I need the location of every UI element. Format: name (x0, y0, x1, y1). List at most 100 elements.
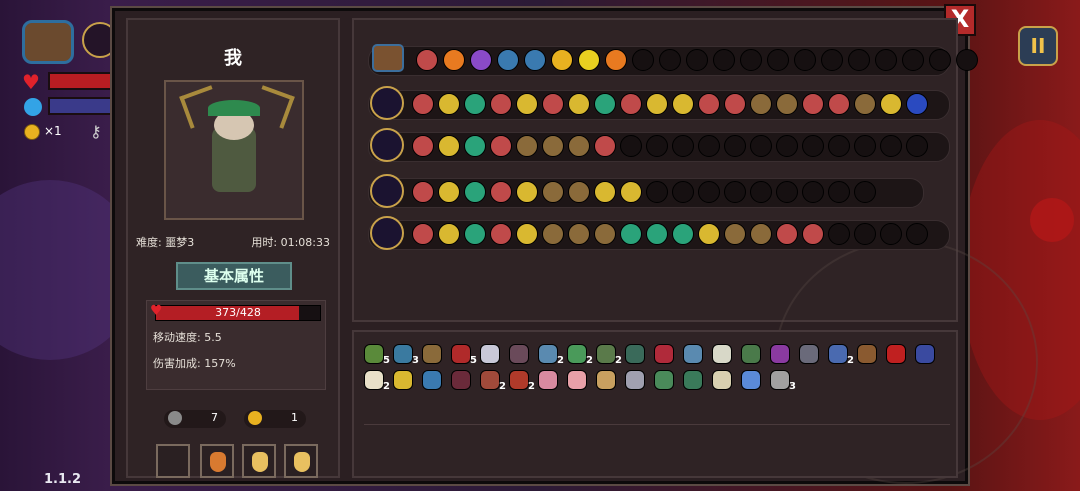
upgrade-gem-icon[interactable] (698, 223, 720, 245)
wings-icon[interactable]: 2 (538, 344, 564, 366)
upgrade-gem-icon[interactable] (490, 135, 512, 157)
upgrade-gem-icon[interactable] (776, 223, 798, 245)
radiation-icon[interactable] (443, 49, 465, 71)
scroll-icon[interactable]: 2 (828, 344, 854, 366)
brain-icon[interactable] (538, 370, 558, 390)
gold-bomb-icon[interactable] (370, 174, 404, 208)
magnifier-icon[interactable]: 3 (393, 344, 419, 366)
staff-lightning-icon[interactable] (370, 86, 404, 120)
upgrade-gem-icon[interactable] (568, 93, 590, 115)
map-icon[interactable]: 2 (509, 370, 535, 392)
upgrade-gem-icon[interactable] (542, 181, 564, 203)
upgrade-gem-icon[interactable] (724, 93, 746, 115)
upgrade-gem-icon[interactable] (776, 93, 798, 115)
upgrade-gem-icon[interactable] (516, 181, 538, 203)
upgrade-gem-icon[interactable] (516, 223, 538, 245)
helmet-icon[interactable] (509, 344, 529, 364)
upgrade-gem-icon[interactable] (438, 223, 460, 245)
orb-icon[interactable] (470, 49, 492, 71)
staff-blue-icon[interactable] (370, 216, 404, 250)
upgrade-gem-icon[interactable] (854, 93, 876, 115)
upgrade-gem-icon[interactable] (568, 135, 590, 157)
upgrade-gem-icon[interactable] (620, 223, 642, 245)
feather-icon[interactable] (712, 344, 732, 364)
upgrade-gem-icon[interactable] (464, 223, 486, 245)
tome-icon[interactable]: 2 (596, 344, 622, 366)
glove-icon[interactable] (654, 370, 674, 390)
upgrade-gem-icon[interactable] (568, 181, 590, 203)
upgrade-gem-icon[interactable] (594, 181, 616, 203)
mask-icon[interactable] (451, 370, 471, 390)
bone-icon[interactable]: 3 (770, 370, 796, 392)
upgrade-gem-icon[interactable] (594, 223, 616, 245)
upgrade-gem-icon[interactable] (620, 181, 642, 203)
egg-icon[interactable] (741, 370, 761, 390)
upgrade-gem-icon[interactable] (412, 181, 434, 203)
item-slot-empty[interactable] (156, 444, 190, 478)
upgrade-gem-icon[interactable] (412, 223, 434, 245)
upgrade-gem-icon[interactable] (464, 181, 486, 203)
upgrade-gem-icon[interactable] (490, 223, 512, 245)
item-slot-potion[interactable] (284, 444, 318, 478)
lightning-icon[interactable] (578, 49, 600, 71)
upgrade-gem-icon[interactable] (750, 223, 772, 245)
heart-icon[interactable] (654, 344, 674, 364)
upgrade-gem-icon[interactable] (490, 93, 512, 115)
upgrade-gem-icon[interactable] (412, 93, 434, 115)
upgrade-gem-icon[interactable] (802, 93, 824, 115)
upgrade-gem-icon[interactable] (620, 93, 642, 115)
eye-icon[interactable] (524, 49, 546, 71)
upgrade-gem-icon[interactable] (438, 135, 460, 157)
inventory-chest-button[interactable] (22, 20, 74, 64)
upgrade-gem-icon[interactable] (828, 93, 850, 115)
upgrade-gem-icon[interactable] (516, 135, 538, 157)
upgrade-gem-icon[interactable] (594, 93, 616, 115)
upgrade-gem-icon[interactable] (568, 223, 590, 245)
upgrade-gem-icon[interactable] (906, 93, 928, 115)
worm-icon[interactable] (683, 370, 703, 390)
vine-icon[interactable]: 5 (364, 344, 390, 366)
crystal-icon[interactable] (480, 344, 500, 364)
clock-icon[interactable] (886, 344, 906, 364)
gold-flower-icon[interactable] (551, 49, 573, 71)
hat-icon[interactable] (741, 344, 761, 364)
whirl-icon[interactable] (416, 49, 438, 71)
upgrade-gem-icon[interactable] (412, 135, 434, 157)
lantern-icon[interactable] (422, 344, 442, 364)
shield-icon[interactable] (770, 344, 790, 364)
herb-icon[interactable]: 2 (567, 344, 593, 366)
upgrade-gem-icon[interactable] (698, 93, 720, 115)
bracer-icon[interactable] (799, 344, 819, 364)
upgrade-gem-icon[interactable] (646, 93, 668, 115)
pause-button[interactable]: II (1018, 26, 1058, 66)
upgrade-gem-icon[interactable] (516, 93, 538, 115)
upgrade-gem-icon[interactable] (438, 93, 460, 115)
item-slot-potion[interactable] (242, 444, 276, 478)
eye-icon[interactable] (497, 49, 519, 71)
arrow-icon[interactable] (605, 49, 627, 71)
upgrade-gem-icon[interactable] (490, 181, 512, 203)
upgrade-gem-icon[interactable] (802, 223, 824, 245)
upgrade-gem-icon[interactable] (438, 181, 460, 203)
upgrade-gem-icon[interactable] (464, 93, 486, 115)
upgrade-gem-icon[interactable] (750, 93, 772, 115)
upgrade-gem-icon[interactable] (464, 135, 486, 157)
item-slot-potion[interactable] (200, 444, 234, 478)
demon-icon[interactable]: 5 (451, 344, 477, 366)
pig-icon[interactable] (567, 370, 587, 390)
gem-icon[interactable] (915, 344, 935, 364)
rune-icon[interactable] (422, 370, 442, 390)
upgrade-gem-icon[interactable] (542, 93, 564, 115)
parchment-icon[interactable] (596, 370, 616, 390)
cloth-icon[interactable] (625, 344, 645, 364)
key-icon[interactable] (683, 344, 703, 364)
chain-icon[interactable] (393, 370, 413, 390)
upgrade-gem-icon[interactable] (672, 93, 694, 115)
upgrade-gem-icon[interactable] (646, 223, 668, 245)
upgrade-gem-icon[interactable] (672, 223, 694, 245)
barrel-icon[interactable] (857, 344, 877, 364)
pouch-icon[interactable] (712, 370, 732, 390)
book-icon[interactable]: 2 (480, 370, 506, 392)
upgrade-gem-icon[interactable] (594, 135, 616, 157)
upgrade-gem-icon[interactable] (724, 223, 746, 245)
